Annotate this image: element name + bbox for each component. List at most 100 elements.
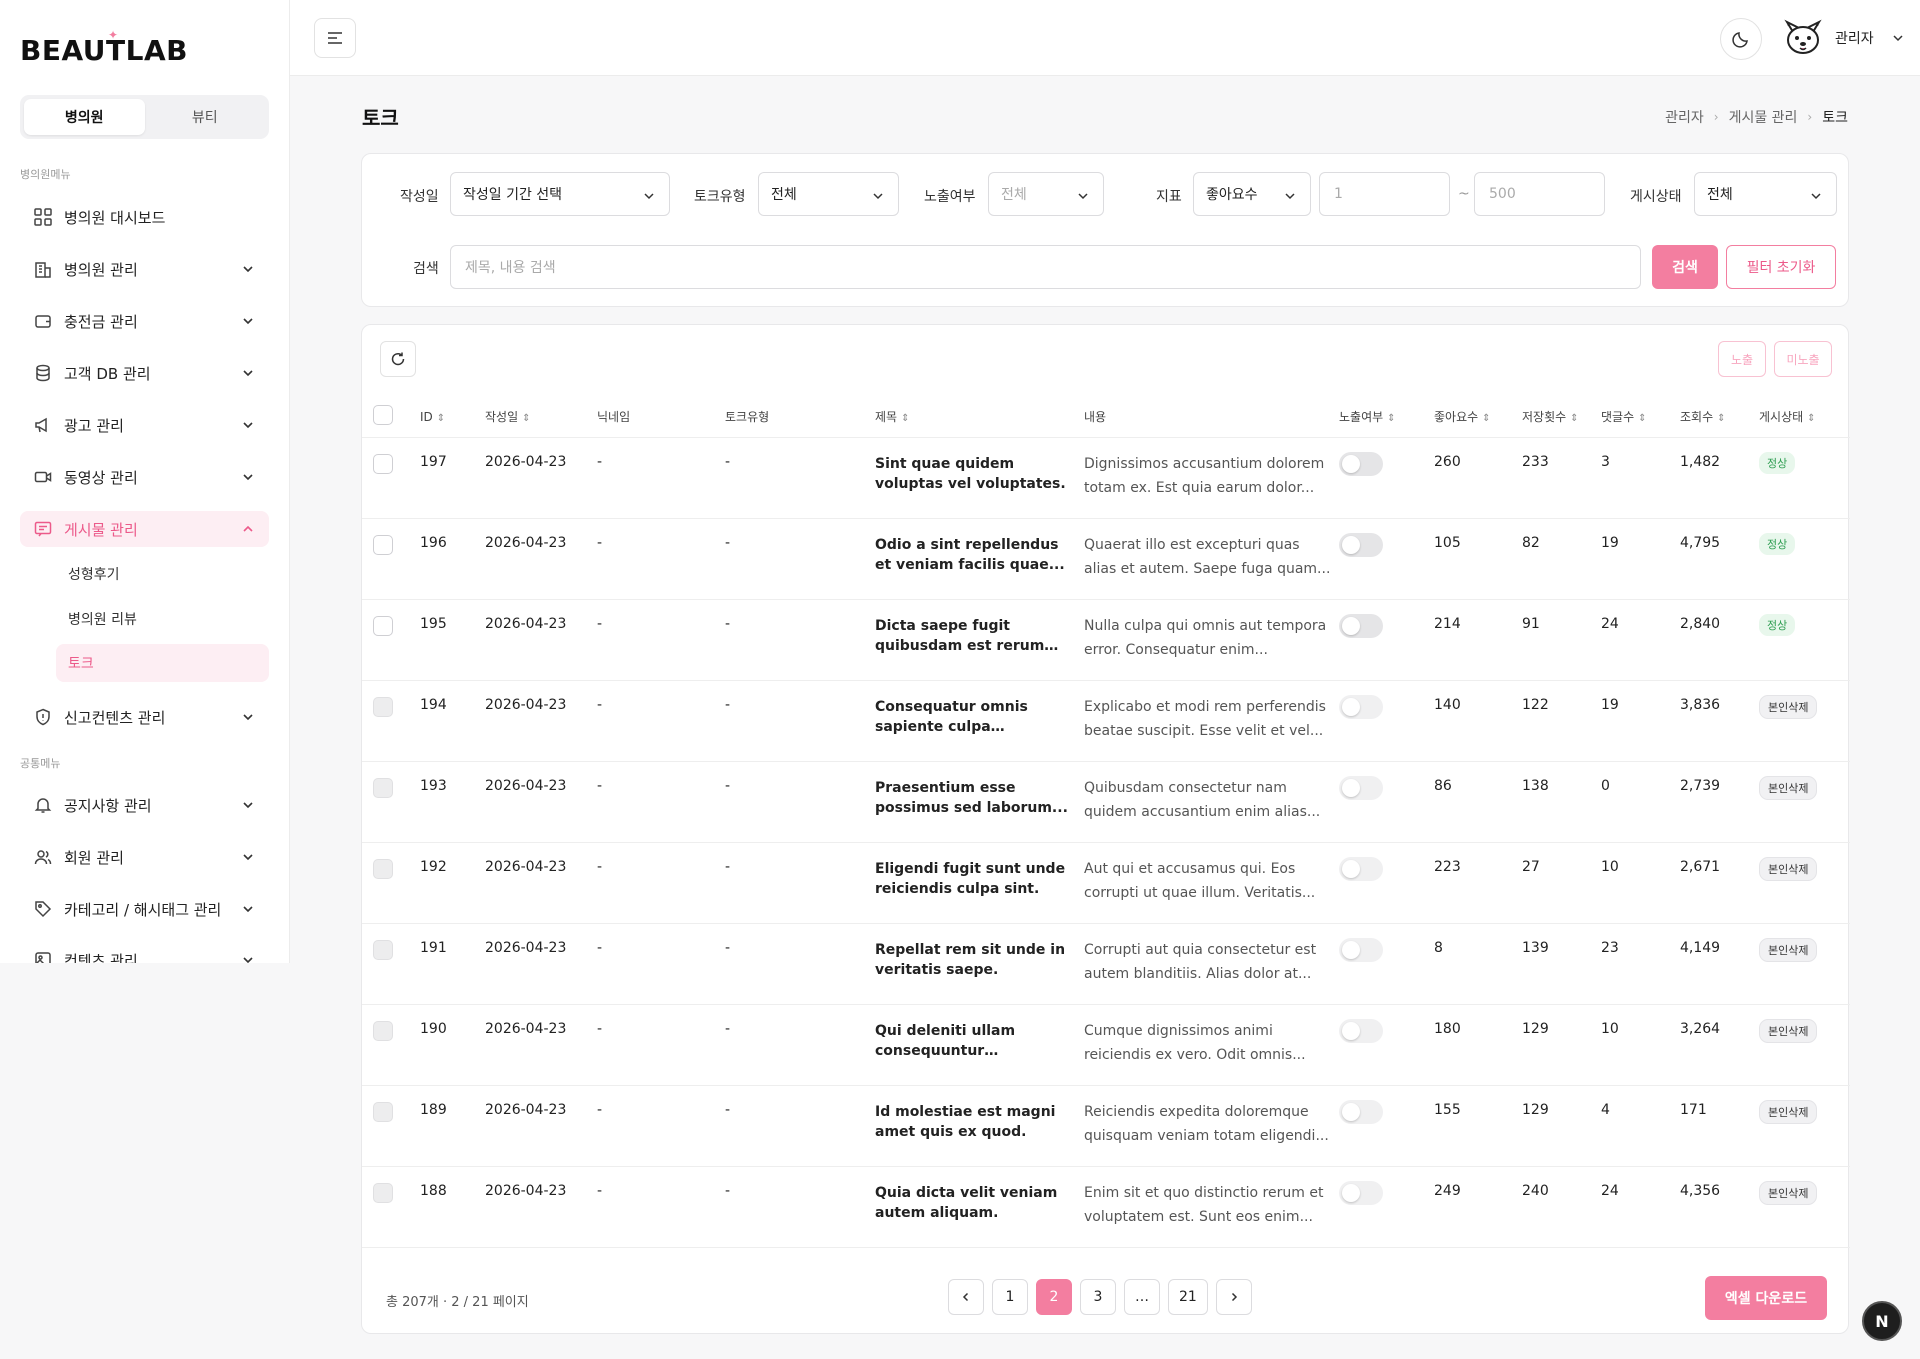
cell-title[interactable]: Quia dicta velit veniam autem aliquam. [875,1166,1084,1248]
expose-toggle[interactable] [1339,775,1383,800]
expose-toggle[interactable] [1339,613,1383,638]
row-checkbox[interactable] [373,696,393,717]
sidebar-item-notice[interactable]: 공지사항 관리 [20,787,269,823]
expose-toggle[interactable] [1339,937,1383,962]
cell-talk-type: - [725,599,875,681]
expose-toggle[interactable] [1339,451,1383,476]
cell-title[interactable]: Dicta saepe fugit quibusdam est rerum qu… [875,599,1084,681]
sidebar-item-posts[interactable]: 게시물 관리 [20,511,269,547]
segment-hospital[interactable]: 병의원 [24,99,145,135]
page-button[interactable]: 1 [992,1279,1028,1315]
cell-title[interactable]: Eligendi fugit sunt unde reiciendis culp… [875,842,1084,924]
table-row[interactable]: 188 2026-04-23- - Quia dicta velit veniam a… [362,1166,1850,1248]
table-row[interactable]: 193 2026-04-23- - Praesentium esse possimus… [362,761,1850,843]
metric-max-input[interactable]: 500 [1474,172,1605,216]
col-status[interactable]: 게시상태 ⇕ [1759,397,1850,438]
col-saves[interactable]: 저장횟수 ⇕ [1522,397,1601,438]
page-button[interactable]: 3 [1080,1279,1116,1315]
sidebar-item-hospital-dashboard[interactable]: 병의원 대시보드 [20,199,269,235]
cell-title[interactable]: Praesentium esse possimus sed laborum... [875,761,1084,843]
breadcrumb-item[interactable]: 게시물 관리 [1729,107,1798,127]
prev-page-button[interactable] [948,1279,984,1315]
date-range-select[interactable]: 작성일 기간 선택 [450,172,670,216]
cell-title[interactable]: Qui deleniti ullam consequuntur doloremq… [875,1004,1084,1086]
table-row[interactable]: 190 2026-04-23- - Qui deleniti ullam conseq… [362,1004,1850,1086]
metric-min-input[interactable]: 1 [1319,172,1450,216]
cell-title[interactable]: Consequatur omnis sapiente culpa provide… [875,680,1084,762]
talk-type-select[interactable]: 전체 [758,172,899,216]
page-button-current[interactable]: 2 [1036,1279,1072,1315]
logo[interactable]: BEAUTLAB ✦ [20,28,188,67]
cell-title[interactable]: Sint quae quidem voluptas vel voluptates… [875,437,1084,519]
expose-toggle[interactable] [1339,694,1383,719]
row-checkbox[interactable] [373,1101,393,1122]
table-row[interactable]: 196 2026-04-23- - Odio a sint repellendus e… [362,518,1850,600]
expose-select[interactable]: 전체 [988,172,1104,216]
col-id[interactable]: ID ⇕ [420,397,485,438]
table-row[interactable]: 191 2026-04-23- - Repellat rem sit unde in … [362,923,1850,1005]
table-row[interactable]: 189 2026-04-23- - Id molestiae est magni am… [362,1085,1850,1167]
cell-title[interactable]: Id molestiae est magni amet quis ex quod… [875,1085,1084,1167]
expose-button[interactable]: 노출 [1718,341,1766,377]
sidebar-sub-talk[interactable]: 토크 [56,644,269,682]
sidebar-item-charge[interactable]: 충전금 관리 [20,303,269,339]
table-row[interactable]: 197 2026-04-23- - Sint quae quidem voluptas… [362,437,1850,519]
row-checkbox[interactable] [373,777,393,798]
breadcrumb-item[interactable]: 관리자 [1665,107,1704,127]
expose-toggle[interactable] [1339,1018,1383,1043]
status-badge: 정상 [1759,451,1796,474]
page-button[interactable]: 21 [1168,1279,1208,1315]
cell-title[interactable]: Repellat rem sit unde in veritatis saepe… [875,923,1084,1005]
sidebar-item-contents[interactable]: 컨텐츠 관리 [20,942,269,963]
col-date[interactable]: 작성일 ⇕ [485,397,597,438]
row-checkbox[interactable] [373,453,393,474]
sidebar-item-customer-db[interactable]: 고객 DB 관리 [20,355,269,391]
cell-views: 2,671 [1680,842,1759,924]
row-checkbox[interactable] [373,858,393,879]
sidebar-item-members[interactable]: 회원 관리 [20,839,269,875]
sidebar-sub-surgery-review[interactable]: 성형후기 [56,555,269,593]
col-views[interactable]: 조회수 ⇕ [1680,397,1759,438]
expose-toggle[interactable] [1339,532,1383,557]
sidebar-item-reported[interactable]: 신고컨텐츠 관리 [20,699,269,735]
row-checkbox[interactable] [373,615,393,636]
expose-toggle[interactable] [1339,856,1383,881]
col-expose[interactable]: 노출여부 ⇕ [1339,397,1434,438]
row-checkbox[interactable] [373,1020,393,1041]
moon-icon [1732,32,1748,48]
menu-toggle-button[interactable] [314,18,356,58]
avatar[interactable] [1782,16,1824,58]
col-likes[interactable]: 좋아요수 ⇕ [1434,397,1522,438]
sidebar-sub-hospital-review[interactable]: 병의원 리뷰 [56,600,269,638]
sidebar-item-category[interactable]: 카테고리 / 해시태그 관리 [20,891,269,927]
select-all-checkbox[interactable] [373,405,393,426]
user-name[interactable]: 관리자 [1835,28,1874,48]
search-button[interactable]: 검색 [1652,245,1718,289]
chevron-down-icon[interactable] [1892,32,1904,44]
next-page-button[interactable] [1215,1279,1252,1315]
reset-filter-button[interactable]: 필터 초기화 [1726,245,1836,289]
sidebar-item-video[interactable]: 동영상 관리 [20,459,269,495]
search-input[interactable]: 제목, 내용 검색 [450,245,1641,289]
col-title[interactable]: 제목 ⇕ [875,397,1084,438]
floating-action-button[interactable]: N [1862,1301,1902,1341]
cell-title[interactable]: Odio a sint repellendus et veniam facili… [875,518,1084,600]
row-checkbox[interactable] [373,939,393,960]
table-row[interactable]: 194 2026-04-23- - Consequatur omnis sapient… [362,680,1850,762]
expose-toggle[interactable] [1339,1099,1383,1124]
sidebar-item-ads[interactable]: 광고 관리 [20,407,269,443]
table-row[interactable]: 195 2026-04-23- - Dicta saepe fugit quibusd… [362,599,1850,681]
col-comments[interactable]: 댓글수 ⇕ [1601,397,1680,438]
refresh-button[interactable] [380,341,416,377]
theme-toggle-button[interactable] [1720,18,1762,60]
sidebar-item-hospital-manage[interactable]: 병의원 관리 [20,251,269,287]
row-checkbox[interactable] [373,1182,393,1203]
hide-button[interactable]: 미노출 [1774,341,1832,377]
expose-toggle[interactable] [1339,1180,1383,1205]
table-row[interactable]: 192 2026-04-23- - Eligendi fugit sunt unde … [362,842,1850,924]
segment-beauty[interactable]: 뷰티 [145,99,266,135]
excel-download-button[interactable]: 엑셀 다운로드 [1705,1276,1827,1320]
row-checkbox[interactable] [373,534,393,555]
post-status-select[interactable]: 전체 [1694,172,1837,216]
metric-select[interactable]: 좋아요수 [1193,172,1311,216]
